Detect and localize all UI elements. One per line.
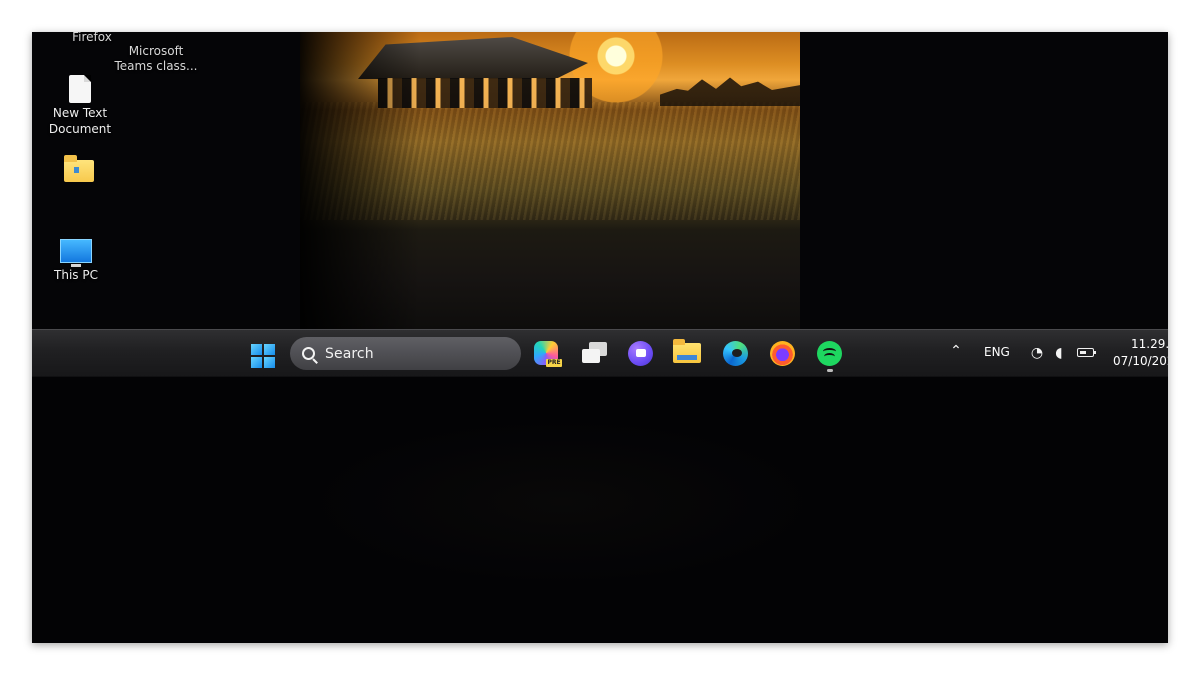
battery-icon[interactable] (1077, 348, 1096, 357)
desktop-screen: Firefox Microsoft Teams class... New Tex… (32, 32, 1168, 329)
volume-icon[interactable]: ◖ (1050, 346, 1068, 360)
desktop-icon-this-pc-label: This PC (54, 268, 98, 282)
desktop-icon-new-text-document[interactable]: New Text Document (34, 75, 126, 137)
text-document-icon (69, 75, 91, 103)
computer-icon (60, 239, 92, 267)
taskbar-task-view-button[interactable] (580, 339, 608, 367)
folder-icon (673, 339, 701, 363)
taskbar-copilot-button[interactable] (532, 339, 562, 367)
search-label: Search (325, 345, 374, 362)
windows-taskbar: Search ⌃ ENG ◔ ◖ 11.29.5 07/10/20 (32, 329, 1168, 377)
wallpaper-barn-roof (358, 37, 588, 79)
desktop-icon-folder[interactable] (33, 155, 125, 182)
chevron-up-icon[interactable]: ⌃ (949, 344, 963, 360)
desktop-icon-new-text-document-label: New Text Document (48, 106, 112, 136)
windows-logo-pane (251, 344, 262, 355)
taskbar-firefox-button[interactable] (768, 339, 796, 367)
wallpaper-trees (660, 77, 800, 106)
firefox-icon (769, 340, 795, 366)
search-icon (302, 346, 316, 361)
desktop-label-microsoft-teams-text: Microsoft Teams class... (114, 44, 198, 73)
windows-logo-pane (264, 357, 275, 368)
taskbar-chat-button[interactable] (626, 339, 654, 367)
desktop-label-microsoft-teams[interactable]: Microsoft Teams class... (110, 32, 202, 74)
edge-icon (722, 340, 748, 366)
taskbar-spotify-button[interactable] (815, 339, 843, 367)
sunset-wallpaper (300, 32, 800, 329)
copilot-icon (534, 341, 562, 367)
running-app-indicator (827, 369, 833, 372)
taskbar-file-explorer-button[interactable] (673, 339, 701, 367)
language-indicator[interactable]: ENG (984, 345, 1010, 360)
windows-start-icon (251, 344, 275, 368)
dark-lower-reflection (287, 412, 837, 592)
desktop-icon-this-pc[interactable]: This PC (32, 239, 122, 283)
chat-icon (627, 340, 653, 366)
desktop-label-firefox-text: Firefox (72, 32, 112, 44)
folder-icon (64, 155, 94, 182)
clock-date[interactable]: 07/10/202 (1113, 354, 1168, 369)
wifi-icon[interactable]: ◔ (1028, 346, 1046, 360)
taskbar-edge-button[interactable] (721, 339, 749, 367)
start-button[interactable] (248, 341, 278, 371)
windows-logo-pane (251, 357, 262, 368)
spotify-icon (816, 340, 842, 366)
clock-time[interactable]: 11.29.5 (1131, 337, 1168, 352)
windows-logo-pane (264, 344, 275, 355)
task-view-icon (581, 342, 607, 364)
wallpaper-barn-body (378, 78, 592, 108)
taskbar-search-box[interactable]: Search (290, 337, 521, 370)
screenshot-frame: Firefox Microsoft Teams class... New Tex… (32, 32, 1168, 643)
